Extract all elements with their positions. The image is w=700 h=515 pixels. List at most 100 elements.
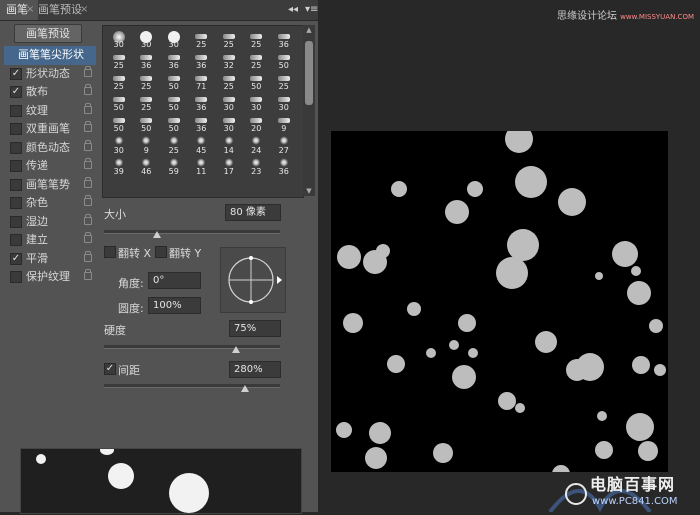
hardness-slider[interactable]: [104, 345, 280, 349]
list-item-option[interactable]: 建立: [4, 231, 96, 250]
brush-tip[interactable]: 20: [243, 112, 271, 133]
checkbox-icon[interactable]: [10, 141, 22, 154]
close-icon[interactable]: ×: [80, 0, 88, 20]
brush-tip[interactable]: 59: [160, 155, 188, 176]
brush-tip[interactable]: 25: [160, 133, 188, 155]
hardness-slider-handle[interactable]: [232, 346, 240, 353]
brush-tip[interactable]: 30: [133, 28, 161, 49]
brush-tip[interactable]: 50: [160, 70, 188, 91]
flip-x-checkbox[interactable]: [104, 246, 116, 258]
brush-tip[interactable]: 30: [243, 91, 271, 112]
brush-presets-button[interactable]: 画笔预设: [14, 24, 82, 43]
roundness-field[interactable]: 100%: [148, 297, 201, 314]
brush-tip[interactable]: 25: [243, 28, 271, 49]
brush-tip[interactable]: 71: [188, 70, 216, 91]
list-item-option[interactable]: 颜色动态: [4, 139, 96, 158]
spacing-field[interactable]: 280%: [229, 361, 281, 378]
checkbox-icon[interactable]: [10, 234, 22, 246]
brush-tip[interactable]: 50: [105, 112, 133, 133]
size-field[interactable]: 80 像素: [225, 204, 281, 221]
lock-icon[interactable]: [84, 250, 92, 262]
checkbox-icon[interactable]: [10, 215, 22, 228]
brush-tip[interactable]: 50: [105, 91, 133, 112]
checkbox-icon[interactable]: [10, 197, 22, 209]
lock-icon[interactable]: [84, 176, 92, 188]
brush-tip[interactable]: 25: [105, 70, 133, 91]
brush-tip[interactable]: 9: [270, 112, 298, 133]
list-item-brush-tip-shape[interactable]: 画笔笔尖形状: [4, 46, 96, 65]
brush-tip[interactable]: 17: [215, 155, 243, 176]
brush-tip[interactable]: 36: [270, 28, 298, 49]
brush-tip[interactable]: 30: [105, 133, 133, 155]
brush-tip[interactable]: 50: [270, 49, 298, 70]
brush-tip[interactable]: 36: [188, 91, 216, 112]
brush-tip[interactable]: 36: [188, 112, 216, 133]
size-slider-handle[interactable]: [152, 231, 161, 238]
document-canvas[interactable]: [331, 131, 668, 472]
lock-icon[interactable]: [84, 195, 92, 206]
list-item-option[interactable]: 画笔笔势: [4, 176, 96, 195]
brush-tip[interactable]: 9: [133, 133, 161, 155]
checkbox-icon[interactable]: [10, 178, 22, 191]
checkbox-icon[interactable]: [10, 160, 22, 172]
checkbox-icon[interactable]: [10, 271, 22, 283]
lock-icon[interactable]: [84, 269, 92, 280]
checked-checkbox-icon[interactable]: ✓: [10, 67, 22, 80]
size-slider[interactable]: [104, 230, 280, 234]
brush-tip[interactable]: 50: [133, 112, 161, 133]
angle-roundness-widget[interactable]: [220, 247, 286, 313]
checkbox-icon[interactable]: [10, 104, 22, 117]
angle-field[interactable]: 0°: [148, 272, 201, 289]
list-item-option[interactable]: 保护纹理: [4, 268, 96, 287]
list-item-option[interactable]: 纹理: [4, 102, 96, 121]
spacing-slider-handle[interactable]: [240, 385, 249, 392]
lock-icon[interactable]: [84, 139, 92, 151]
lock-icon[interactable]: [84, 232, 92, 243]
checkbox-icon[interactable]: [10, 123, 22, 135]
brush-tip[interactable]: 46: [133, 155, 161, 176]
brush-tip[interactable]: 24: [243, 133, 271, 155]
list-item-option[interactable]: ✓ 形状动态: [4, 65, 96, 84]
brush-tip[interactable]: 30: [160, 28, 188, 49]
lock-icon[interactable]: [84, 84, 92, 95]
brush-tip[interactable]: 25: [270, 70, 298, 91]
lock-icon[interactable]: [84, 121, 92, 132]
checked-checkbox-icon[interactable]: ✓: [10, 86, 22, 98]
brush-tip[interactable]: 14: [215, 133, 243, 155]
brush-tip[interactable]: 25: [105, 49, 133, 70]
list-item-option[interactable]: ✓ 平滑: [4, 250, 96, 269]
list-item-option[interactable]: 杂色: [4, 194, 96, 213]
flip-y-checkbox[interactable]: [155, 246, 167, 258]
brush-tip[interactable]: 11: [188, 155, 216, 176]
lock-icon[interactable]: [84, 158, 92, 169]
panel-menu-icon[interactable]: ▾≡: [305, 0, 318, 20]
brush-tip[interactable]: 30: [215, 91, 243, 112]
brush-tip[interactable]: 36: [160, 49, 188, 70]
list-item-option[interactable]: ✓ 散布: [4, 83, 96, 102]
scroll-thumb[interactable]: [305, 41, 313, 105]
brush-tip[interactable]: 45: [188, 133, 216, 155]
scroll-up-icon[interactable]: ▲: [304, 25, 314, 35]
close-icon[interactable]: ×: [26, 0, 34, 20]
brush-tip[interactable]: 25: [215, 28, 243, 49]
brush-tip[interactable]: 25: [243, 49, 271, 70]
brush-tip[interactable]: 25: [188, 28, 216, 49]
brush-tip[interactable]: 50: [160, 112, 188, 133]
lock-icon[interactable]: [84, 102, 92, 114]
spacing-checkbox[interactable]: ✓: [104, 363, 116, 375]
brush-tip[interactable]: 25: [133, 70, 161, 91]
grid-scrollbar[interactable]: ▲ ▼: [303, 25, 315, 196]
brush-tip[interactable]: 50: [243, 70, 271, 91]
brush-tip[interactable]: 39: [105, 155, 133, 176]
brush-tip[interactable]: 50: [160, 91, 188, 112]
brush-tip[interactable]: 30: [270, 91, 298, 112]
list-item-option[interactable]: 双重画笔: [4, 120, 96, 139]
collapse-icon[interactable]: ◂◂: [288, 0, 298, 20]
brush-tip[interactable]: 32: [215, 49, 243, 70]
brush-tip[interactable]: 30: [215, 112, 243, 133]
brush-tip[interactable]: 30: [105, 28, 133, 49]
brush-tip[interactable]: 23: [243, 155, 271, 176]
brush-tip[interactable]: 36: [133, 49, 161, 70]
list-item-option[interactable]: 湿边: [4, 213, 96, 232]
lock-icon[interactable]: [84, 65, 92, 77]
